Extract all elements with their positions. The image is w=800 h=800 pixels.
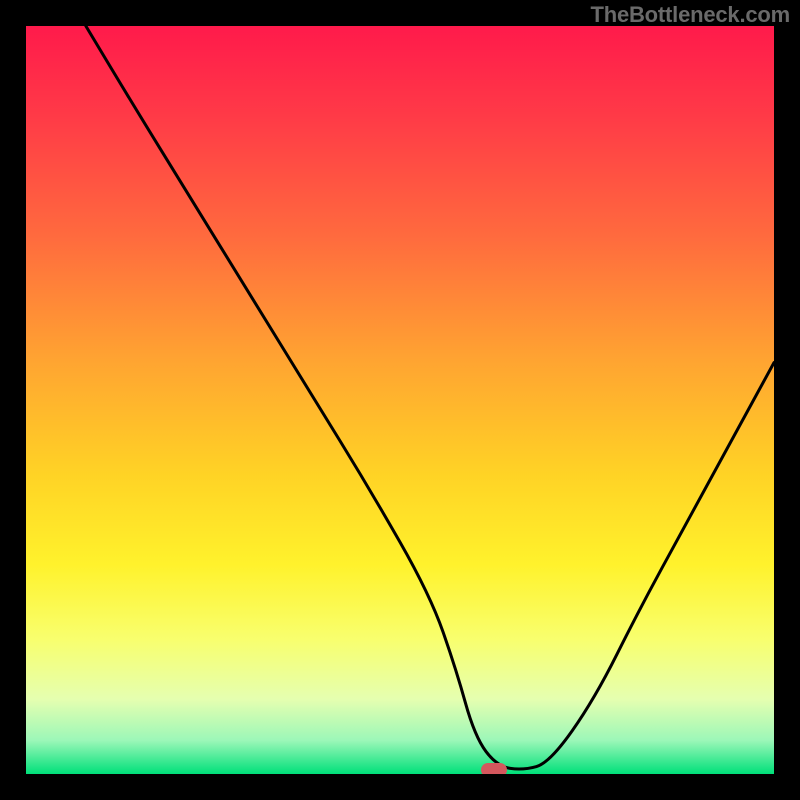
chart-frame: TheBottleneck.com (0, 0, 800, 800)
chart-svg (26, 26, 774, 774)
minimum-marker (481, 763, 507, 774)
watermark-text: TheBottleneck.com (590, 2, 790, 28)
gradient-background (26, 26, 774, 774)
plot-area (26, 26, 774, 774)
